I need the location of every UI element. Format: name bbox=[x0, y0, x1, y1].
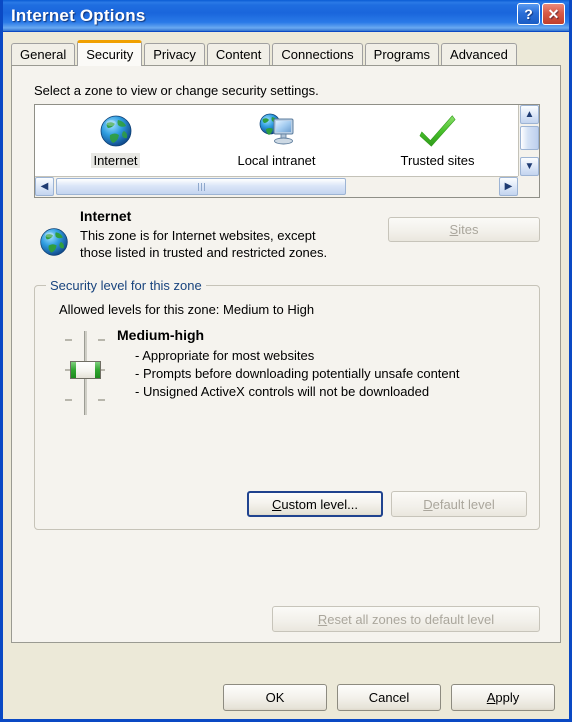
security-level-slider[interactable] bbox=[57, 327, 113, 419]
tab-advanced[interactable]: Advanced bbox=[441, 43, 517, 65]
zone-label-internet: Internet bbox=[91, 153, 140, 168]
sites-button-label: Sites bbox=[449, 222, 479, 237]
slider-thumb-left-cap bbox=[71, 362, 76, 378]
slider-thumb[interactable] bbox=[70, 361, 101, 379]
green-check-icon bbox=[418, 111, 458, 151]
tab-general[interactable]: General bbox=[11, 43, 76, 65]
tab-strip: General Security Privacy Content Connect… bbox=[11, 39, 569, 66]
slider-tick bbox=[98, 339, 105, 341]
security-level-buttons: Custom level... Default level bbox=[247, 491, 527, 517]
zone-description-icon bbox=[38, 208, 72, 263]
zone-item-trusted-sites[interactable]: Trusted sites bbox=[357, 105, 518, 176]
title-bar[interactable]: Internet Options ? ✕ bbox=[3, 0, 569, 32]
globe-icon bbox=[96, 111, 136, 151]
scroll-right-icon[interactable]: ▶ bbox=[499, 177, 518, 196]
zone-list-vertical-scrollbar[interactable]: ▲ ▼ bbox=[518, 105, 539, 176]
security-level-bullet: - Prompts before downloading potentially… bbox=[135, 366, 460, 381]
vertical-scroll-thumb[interactable] bbox=[520, 126, 539, 150]
zone-label-local-intranet: Local intranet bbox=[237, 153, 316, 168]
scrollbar-corner bbox=[518, 176, 539, 197]
internet-options-dialog: Internet Options ? ✕ General Security Pr… bbox=[0, 0, 572, 722]
scroll-up-icon[interactable]: ▲ bbox=[520, 105, 539, 124]
scroll-left-icon[interactable]: ◀ bbox=[35, 177, 54, 196]
zone-items: Internet Local intranet Trusted sites bbox=[35, 105, 518, 176]
cancel-button[interactable]: Cancel bbox=[337, 684, 441, 711]
security-level-group: Security level for this zone Allowed lev… bbox=[34, 278, 540, 530]
zone-item-internet[interactable]: Internet bbox=[35, 105, 196, 176]
slider-tick bbox=[98, 399, 105, 401]
scroll-thumb-grip-icon bbox=[197, 182, 205, 191]
horizontal-scroll-thumb[interactable] bbox=[56, 178, 346, 195]
reset-all-zones-button-label: Reset all zones to default level bbox=[317, 611, 495, 627]
security-level-row: Medium-high - Appropriate for most websi… bbox=[57, 327, 539, 419]
security-level-text: Medium-high - Appropriate for most websi… bbox=[113, 327, 539, 419]
help-icon[interactable]: ? bbox=[517, 3, 540, 25]
apply-button-label: Apply bbox=[486, 690, 520, 705]
intranet-icon bbox=[257, 111, 297, 151]
zone-list-horizontal-scrollbar[interactable]: ◀ ▶ bbox=[35, 176, 518, 197]
tab-privacy[interactable]: Privacy bbox=[144, 43, 205, 65]
sites-button[interactable]: Sites bbox=[388, 217, 540, 242]
slider-thumb-right-cap bbox=[95, 362, 100, 378]
title-bar-buttons: ? ✕ bbox=[517, 3, 565, 25]
default-level-button[interactable]: Default level bbox=[391, 491, 527, 517]
zone-description-body: This zone is for Internet websites, exce… bbox=[80, 228, 328, 260]
tab-connections[interactable]: Connections bbox=[272, 43, 363, 65]
tab-programs[interactable]: Programs bbox=[364, 43, 440, 65]
security-tab-panel: Select a zone to view or change security… bbox=[11, 65, 561, 643]
default-level-button-label: Default level bbox=[423, 496, 495, 512]
tab-content[interactable]: Content bbox=[206, 43, 271, 65]
security-level-group-title: Security level for this zone bbox=[46, 278, 206, 293]
close-icon[interactable]: ✕ bbox=[542, 3, 565, 25]
zone-label-trusted-sites: Trusted sites bbox=[400, 153, 475, 168]
allowed-levels-label: Allowed levels for this zone: Medium to … bbox=[59, 302, 315, 317]
security-level-name: Medium-high bbox=[117, 327, 205, 343]
tab-security[interactable]: Security bbox=[77, 40, 143, 66]
apply-button[interactable]: Apply bbox=[451, 684, 555, 711]
scroll-down-icon[interactable]: ▼ bbox=[520, 157, 539, 176]
window-title: Internet Options bbox=[11, 5, 146, 25]
security-level-bullet: - Appropriate for most websites bbox=[135, 348, 315, 363]
dialog-footer: OK Cancel Apply bbox=[3, 684, 569, 711]
slider-tick bbox=[65, 339, 72, 341]
reset-all-zones-button[interactable]: Reset all zones to default level bbox=[272, 606, 540, 632]
zone-hint-label: Select a zone to view or change security… bbox=[34, 83, 319, 98]
custom-level-button-label: Custom level... bbox=[272, 496, 358, 512]
security-level-bullets: - Appropriate for most websites - Prompt… bbox=[117, 347, 505, 401]
zone-description: Internet This zone is for Internet websi… bbox=[38, 208, 540, 263]
zone-list[interactable]: Internet Local intranet Trusted sites ▲ … bbox=[34, 104, 540, 198]
zone-item-local-intranet[interactable]: Local intranet bbox=[196, 105, 357, 176]
slider-tick bbox=[65, 399, 72, 401]
security-level-bullet: - Unsigned ActiveX controls will not be … bbox=[135, 384, 430, 399]
ok-button[interactable]: OK bbox=[223, 684, 327, 711]
custom-level-button[interactable]: Custom level... bbox=[247, 491, 383, 517]
